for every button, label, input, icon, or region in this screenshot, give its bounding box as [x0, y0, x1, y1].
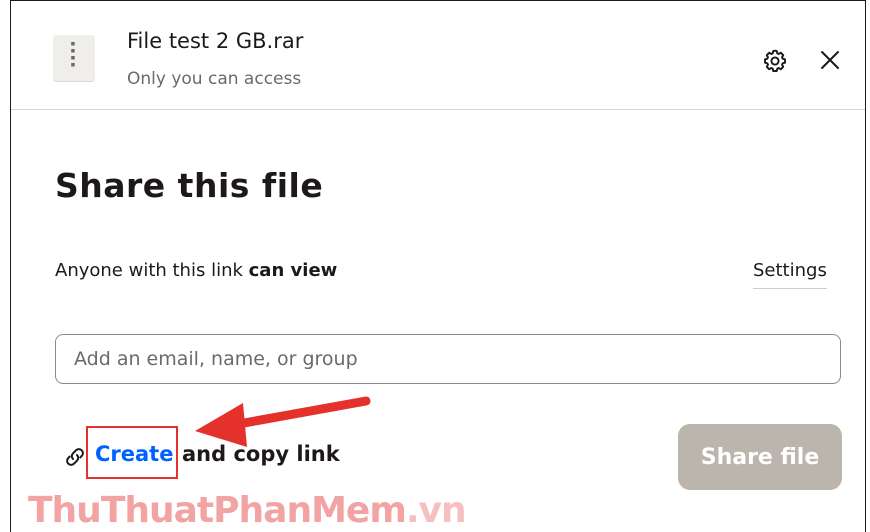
gear-icon[interactable] [762, 48, 788, 74]
annotation-arrow-icon [195, 396, 371, 447]
dialog-header: ▪ ▪ ▪ ▪ File test 2 GB.rar Only you can acc… [11, 1, 865, 110]
link-permission: Anyone with this link can view [55, 260, 337, 281]
link-icon [66, 448, 84, 466]
zip-file-icon: ▪ ▪ ▪ ▪ [53, 35, 95, 81]
permission-prefix: Anyone with this link [55, 260, 243, 281]
share-file-button[interactable]: Share file [678, 424, 842, 490]
dialog-title: Share this file [55, 166, 324, 205]
close-icon[interactable] [818, 48, 842, 72]
settings-link[interactable]: Settings [753, 260, 827, 289]
permission-dropdown[interactable]: can view [249, 260, 338, 281]
share-dialog: ▪ ▪ ▪ ▪ File test 2 GB.rar Only you can acc… [10, 0, 866, 532]
file-name: File test 2 GB.rar [127, 29, 304, 53]
watermark: ThuThuatPhanMem.vn [28, 490, 467, 531]
access-status: Only you can access [127, 69, 302, 89]
create-link-button[interactable]: Create [95, 442, 173, 466]
email-input[interactable] [55, 334, 841, 384]
